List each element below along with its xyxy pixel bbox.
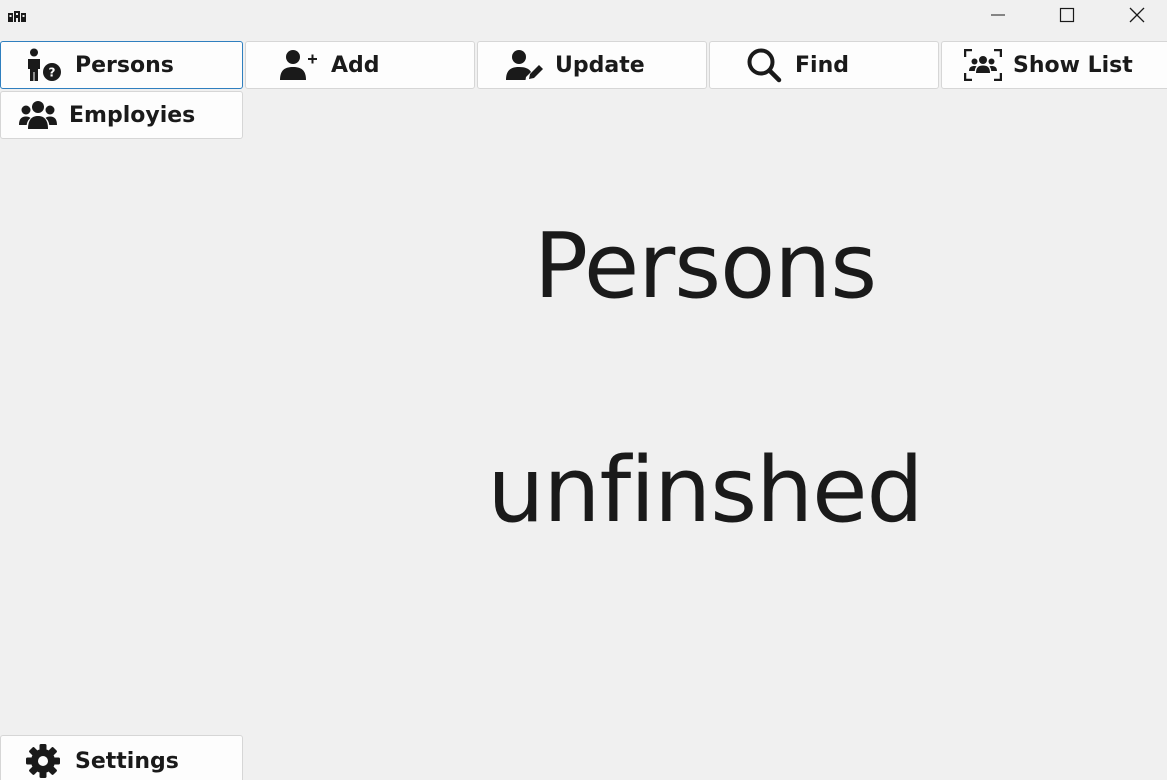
gear-icon	[25, 743, 61, 779]
nav-add-label: Add	[331, 52, 380, 78]
nav-persons-button[interactable]: ? Persons	[0, 41, 243, 89]
page-subtitle: unfinshed	[487, 438, 923, 543]
minimize-button[interactable]	[975, 0, 1021, 34]
nav-show-list-button[interactable]: Show List	[941, 41, 1167, 89]
nav-update-button[interactable]: Update	[477, 41, 707, 89]
close-icon	[1128, 6, 1146, 28]
nav-find-button[interactable]: Find	[709, 41, 939, 89]
user-plus-icon	[280, 49, 318, 81]
nav-update-label: Update	[555, 52, 645, 78]
nav-persons-label: Persons	[75, 52, 174, 78]
maximize-icon	[1059, 7, 1075, 27]
title-bar[interactable]	[0, 0, 1167, 36]
app-window: ? Persons Add Update Find Show List Empl…	[0, 0, 1167, 780]
search-icon	[746, 47, 782, 83]
nav-settings-label: Settings	[75, 748, 179, 774]
app-logo-icon	[7, 8, 27, 24]
user-edit-icon	[506, 49, 544, 81]
page-title: Persons	[533, 214, 877, 319]
person-question-icon: ?	[25, 48, 63, 82]
nav-employies-label: Employies	[69, 102, 196, 128]
nav-settings-button[interactable]: Settings	[0, 735, 243, 780]
minimize-icon	[990, 7, 1006, 27]
nav-employies-button[interactable]: Employies	[0, 91, 243, 139]
maximize-button[interactable]	[1044, 0, 1090, 34]
group-scan-icon	[964, 49, 1002, 81]
svg-text:?: ?	[49, 66, 56, 80]
users-icon	[19, 100, 57, 130]
nav-show-list-label: Show List	[1013, 52, 1133, 78]
nav-add-button[interactable]: Add	[245, 41, 475, 89]
close-button[interactable]	[1114, 0, 1160, 34]
nav-find-label: Find	[795, 52, 849, 78]
